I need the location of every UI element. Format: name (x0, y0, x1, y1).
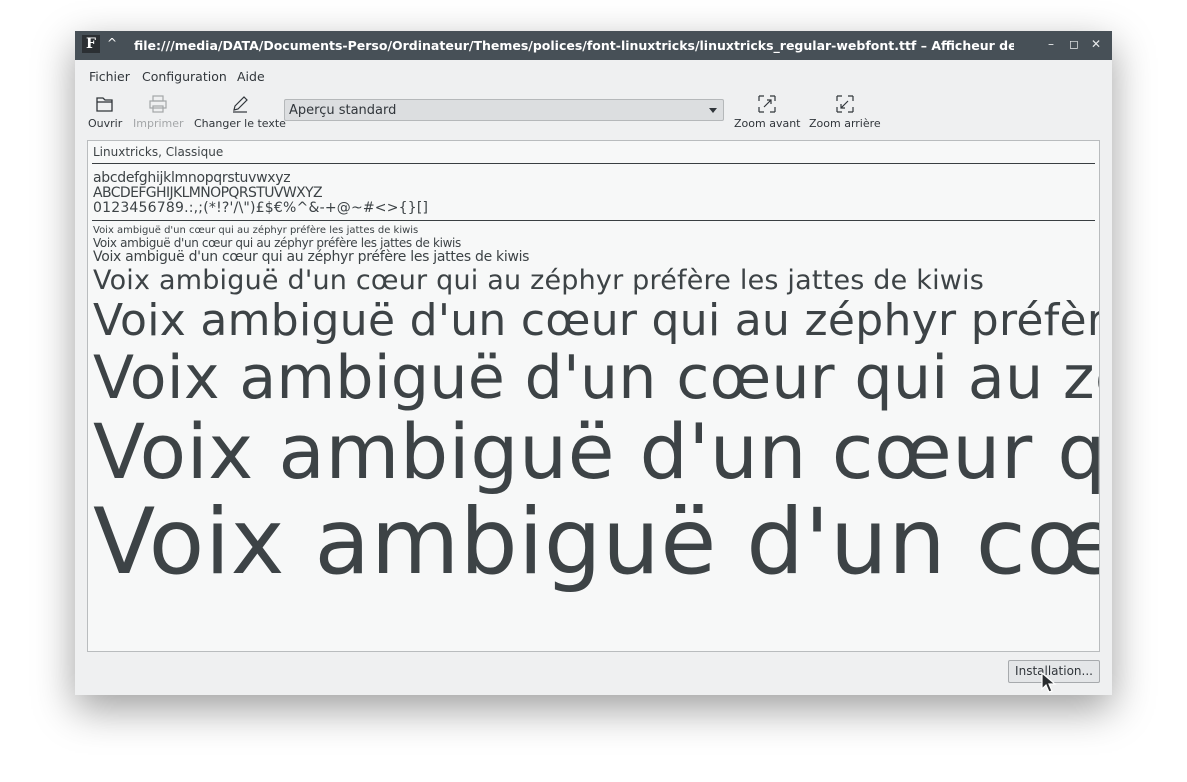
close-icon[interactable]: ✕ (1091, 37, 1101, 51)
chevron-down-icon (709, 108, 717, 113)
menu-bar: Fichier Configuration Aide (75, 60, 1112, 90)
keep-above-icon[interactable]: ^ (107, 36, 117, 50)
print-button[interactable]: Imprimer (133, 94, 184, 130)
sample-text: Voix ambiguë d'un cœur qui au zéphyr pré… (93, 407, 1099, 496)
window-title: file:///media/DATA/Documents-Perso/Ordin… (134, 38, 1014, 53)
divider (92, 220, 1095, 221)
sample-text: Voix ambiguë d'un cœur qui au zéphyr pré… (93, 225, 419, 236)
divider (92, 163, 1095, 164)
sample-text: Voix ambiguë d'un cœur qui au zéphyr pré… (93, 236, 461, 250)
zoom-out-icon (836, 95, 854, 113)
folder-open-icon (96, 97, 113, 112)
open-button[interactable]: Ouvrir (88, 94, 122, 130)
zoom-in-icon (758, 95, 776, 113)
minimize-icon[interactable]: – (1048, 37, 1054, 51)
print-label: Imprimer (133, 117, 184, 130)
menu-file[interactable]: Fichier (89, 69, 130, 84)
mouse-cursor-icon (1041, 672, 1057, 693)
menu-help[interactable]: Aide (237, 69, 265, 84)
printer-icon (149, 95, 167, 113)
zoom-in-button[interactable]: Zoom avant (734, 94, 800, 130)
menu-configuration[interactable]: Configuration (142, 69, 227, 84)
uppercase-alphabet: ABCDEFGHIJKLMNOPQRSTUVWXYZ (93, 185, 323, 201)
font-preview-area[interactable]: Linuxtricks, Classique abcdefghijklmnopq… (87, 140, 1100, 652)
change-text-button[interactable]: Changer le texte (194, 94, 286, 130)
pencil-icon (232, 96, 248, 113)
font-name-label: Linuxtricks, Classique (93, 145, 224, 159)
zoom-out-label: Zoom arrière (809, 117, 881, 130)
preview-mode-select[interactable]: Aperçu standard (284, 99, 724, 121)
zoom-in-label: Zoom avant (734, 117, 801, 130)
symbols-line: 0123456789.:,;(*!?'/\")£$€%^&-+@~#<>{}[] (93, 200, 429, 216)
change-text-label: Changer le texte (194, 117, 286, 130)
sample-text: Voix ambiguë d'un cœur qui au zéphyr pré… (93, 343, 1099, 413)
sample-text: Voix ambiguë d'un cœur qui au zéphyr pré… (93, 249, 530, 265)
open-label: Ouvrir (88, 117, 123, 130)
sample-text: Voix ambiguë d'un cœur qui au zéphyr pré… (93, 265, 985, 296)
font-viewer-window: F ^ file:///media/DATA/Documents-Perso/O… (75, 31, 1112, 695)
maximize-icon[interactable]: ◻ (1069, 37, 1079, 51)
app-icon[interactable]: F (82, 35, 100, 53)
title-bar[interactable]: F ^ file:///media/DATA/Documents-Perso/O… (75, 31, 1112, 60)
preview-mode-value: Aperçu standard (289, 103, 397, 118)
zoom-out-button[interactable]: Zoom arrière (809, 94, 881, 130)
sample-text: Voix ambiguë d'un cœur qui au zéphyr pré… (93, 295, 1099, 346)
sample-text: Voix ambiguë d'un cœur qui au zéphyr pré… (93, 490, 1099, 595)
lowercase-alphabet: abcdefghijklmnopqrstuvwxyz (93, 170, 291, 186)
